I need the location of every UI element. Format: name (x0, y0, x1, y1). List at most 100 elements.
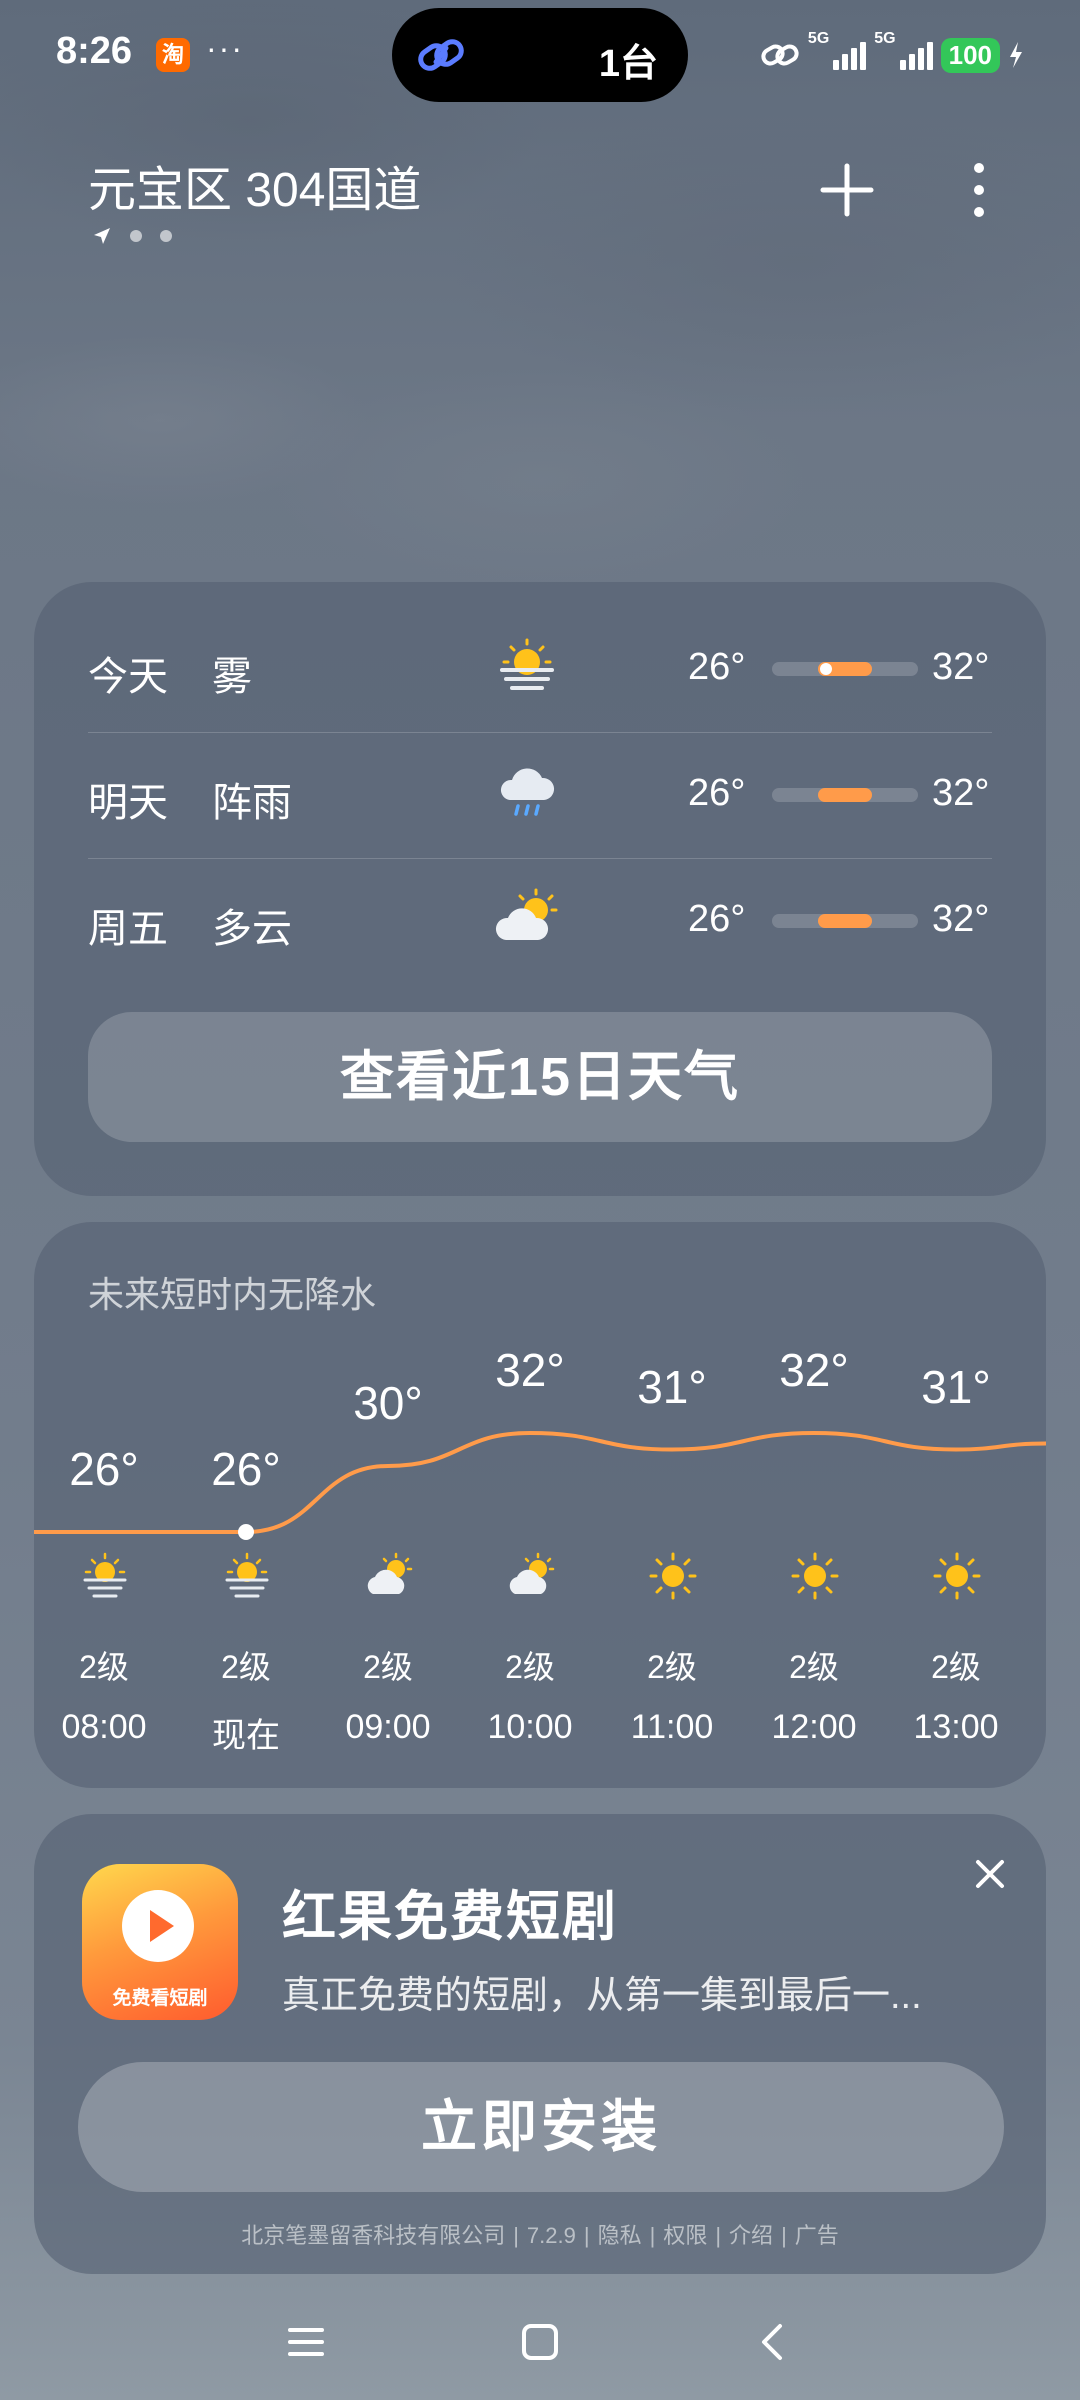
signal-icon-2 (899, 40, 933, 70)
hourly-wind: 2级 (221, 1649, 271, 1685)
fog-icon (225, 1552, 269, 1598)
hourly-item: 26° 2级现在 (175, 1222, 317, 1788)
day-low: 26° (688, 772, 746, 814)
hourly-time: 09:00 (345, 1708, 431, 1746)
hourly-temp: 32° (779, 1344, 849, 1396)
link-icon (418, 39, 464, 71)
ad-title[interactable]: 红果免费短剧 (282, 1872, 618, 1951)
navigation-bar (0, 2280, 1080, 2400)
dynamic-island[interactable]: 1台 (392, 8, 688, 102)
hourly-item: 26° 2级 08:00 (33, 1222, 175, 1788)
hourly-wind: 2级 (79, 1649, 129, 1685)
hourly-wind: 2级 (931, 1649, 981, 1685)
day-condition: 阵雨 (212, 781, 292, 825)
hourly-temp: 31° (637, 1360, 707, 1413)
daily-row[interactable]: 明天 阵雨 26° 32° (88, 732, 992, 856)
day-low: 26° (688, 646, 746, 688)
temp-range-fill (818, 788, 872, 802)
hourly-temp: 26° (69, 1443, 139, 1495)
fog-icon (500, 638, 554, 690)
partly-cloudy-icon (495, 888, 558, 940)
network-label-1: 5G (807, 30, 830, 47)
hourly-temp: 31° (921, 1360, 991, 1413)
day-name: 明天 (88, 781, 168, 825)
more-vertical-icon (974, 163, 984, 217)
privacy-link[interactable]: 隐私 (598, 2223, 642, 2248)
signal-icon-1 (833, 40, 867, 70)
fog-icon (83, 1552, 127, 1598)
hourly-wind: 2级 (647, 1649, 697, 1685)
sun-icon (791, 1552, 839, 1600)
play-icon (122, 1890, 194, 1962)
close-icon[interactable] (970, 1854, 1010, 1894)
hourly-item: 31° 2级 11:00 (601, 1222, 743, 1788)
menu-icon[interactable] (276, 2312, 336, 2372)
battery-indicator: 100 (940, 37, 1000, 73)
current-temp-marker (820, 663, 832, 675)
day-low: 26° (688, 898, 746, 940)
app-icon[interactable]: 免费看短剧 (82, 1864, 238, 2020)
more-menu-button[interactable] (944, 150, 1014, 230)
day-high: 32° (932, 898, 990, 940)
temp-range-bar (772, 914, 918, 928)
status-right-group: 5G 5G 100 (760, 30, 1024, 80)
status-bar: 8:26 淘 ··· 1台 5G 5G 100 (0, 0, 1080, 110)
ad-version: 7.2.9 (526, 2223, 576, 2248)
status-time: 8:26 (56, 30, 133, 72)
hourly-time: 现在 (212, 1717, 280, 1755)
location-arrow-icon (94, 228, 110, 244)
day-condition: 多云 (212, 907, 292, 951)
home-icon[interactable] (510, 2312, 570, 2372)
hourly-time: 12:00 (771, 1708, 857, 1746)
hourly-temp: 30° (353, 1377, 423, 1429)
hourly-item: 32° 2级 10:00 (459, 1222, 601, 1788)
sun-icon (649, 1552, 697, 1600)
plus-icon (820, 163, 874, 217)
ad-label: 广告 (794, 2223, 839, 2248)
temp-range-fill (818, 914, 872, 928)
taobao-notification-icon: 淘 (156, 38, 190, 72)
hourly-time: 11:00 (630, 1708, 714, 1746)
ad-footer: 北京笔墨留香科技有限公司 | 7.2.9 | 隐私 | 权限 | 介绍 | 广告 (241, 2223, 839, 2248)
partly-cloudy-icon (509, 1552, 555, 1594)
daily-forecast-card: 今天 雾 26° 32° 明天 阵雨 26° 32° 周五 多云 26° 32°… (34, 582, 1046, 1196)
install-button[interactable]: 立即安装 (78, 2062, 1004, 2192)
partly-cloudy-icon (367, 1552, 413, 1594)
hourly-forecast-card: 未来短时内无降水 26° 2级 08:00 26° 2级 现在 30° 2级 09:00 32° 2… (34, 1222, 1046, 1788)
shower-icon (500, 768, 555, 816)
day-high: 32° (932, 772, 990, 814)
island-count: 1台 (598, 43, 658, 85)
hourly-wind: 2级 (505, 1649, 555, 1685)
hourly-wind: 2级 (363, 1649, 413, 1685)
app-icon-label: 免费看短剧 (112, 1988, 208, 2009)
intro-link[interactable]: 介绍 (729, 2223, 773, 2248)
hourly-time: 08:00 (61, 1708, 147, 1746)
location-title[interactable]: 元宝区 304国道 (88, 150, 421, 220)
hourly-time: 13:00 (913, 1708, 999, 1746)
ad-card: 免费看短剧 红果免费短剧 真正免费的短剧，从第一集到最后一... 立即安装 北京… (34, 1814, 1046, 2274)
hourly-temp: 26° (211, 1443, 281, 1495)
day-condition: 雾 (212, 655, 252, 699)
daily-row[interactable]: 周五 多云 26° 32° (88, 858, 992, 982)
temp-range-bar (772, 788, 918, 802)
day-name: 周五 (88, 907, 168, 951)
sun-icon (933, 1552, 981, 1600)
hourly-item: 31° 2级 13:00 (885, 1222, 1027, 1788)
daily-row[interactable]: 今天 雾 26° 32° (88, 606, 992, 730)
page-dot (160, 230, 172, 242)
view-15-day-button[interactable]: 查看近15日天气 (88, 1012, 992, 1142)
ad-description: 真正免费的短剧，从第一集到最后一... (282, 1975, 922, 2017)
hourly-time: 10:00 (487, 1708, 573, 1746)
add-city-button[interactable] (812, 150, 882, 230)
hourly-item: 30° 2级 09:00 (317, 1222, 459, 1788)
location-page-indicators (92, 226, 172, 246)
hotspot-link-icon (761, 44, 799, 66)
hourly-item: 32° 2级 12:00 (743, 1222, 885, 1788)
day-name: 今天 (88, 655, 168, 699)
permissions-link[interactable]: 权限 (663, 2223, 707, 2248)
day-high: 32° (932, 646, 990, 688)
temp-range-bar (772, 662, 918, 676)
more-notifications-icon: ··· (206, 30, 244, 66)
ad-company: 北京笔墨留香科技有限公司 (241, 2223, 506, 2248)
back-icon[interactable] (744, 2312, 804, 2372)
